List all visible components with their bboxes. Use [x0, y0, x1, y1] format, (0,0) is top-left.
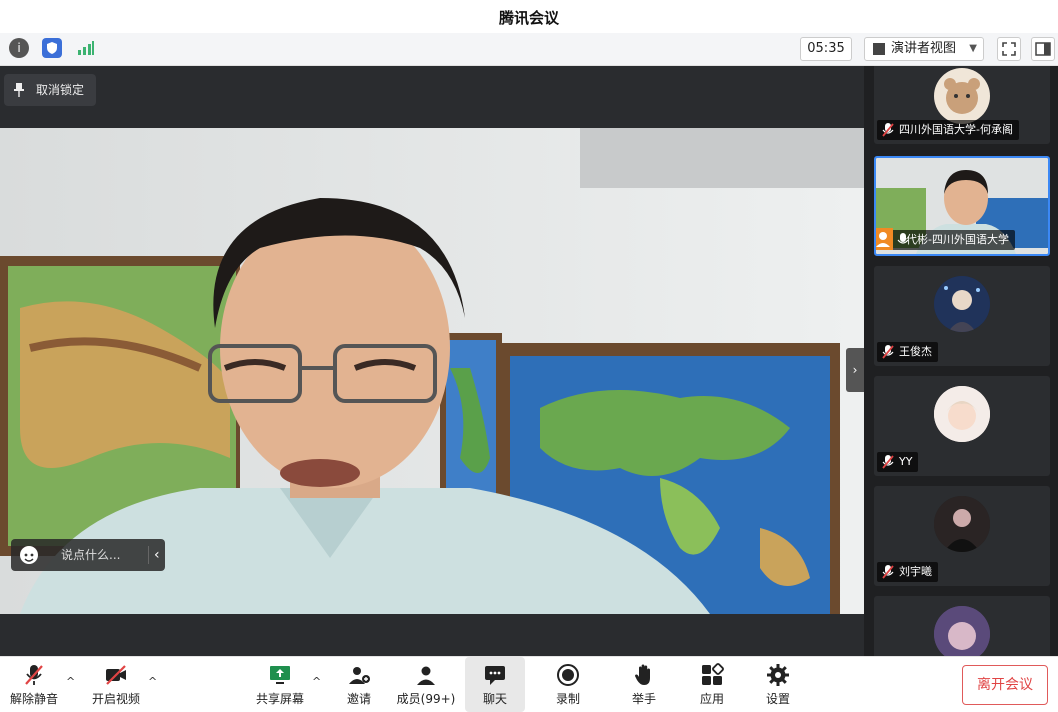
start-video-button[interactable]: 开启视频 [86, 657, 146, 712]
host-icon [876, 228, 893, 250]
mic-muted-icon [882, 565, 894, 579]
avatar [934, 496, 990, 552]
participant-name-tag: 四川外国语大学-何承阁 [877, 120, 1019, 140]
chat-label: 聊天 [482, 692, 507, 706]
settings-button[interactable]: 设置 [750, 657, 806, 712]
pin-icon [14, 83, 24, 97]
invite-label: 邀请 [346, 692, 371, 706]
participant-name-tag: YY [877, 452, 919, 472]
mic-icon [897, 233, 909, 244]
view-mode-label: 演讲者视图 [891, 41, 957, 56]
participant-sidebar[interactable]: 四川外国语大学-何承阁 代彬-四川外国语大学 王俊杰 YY 刘宇曦 [864, 66, 1058, 656]
members-label: 成员(99+) [396, 692, 456, 706]
invite-button[interactable]: 邀请 [334, 657, 384, 712]
info-icon[interactable]: i [9, 38, 29, 58]
participant-name-tag: 王俊杰 [877, 342, 938, 362]
view-mode-dropdown[interactable]: 演讲者视图 ▼ [864, 37, 984, 61]
network-signal-icon[interactable] [76, 38, 96, 58]
invite-user-icon [349, 667, 370, 684]
participant-tile[interactable]: 刘宇曦 [874, 486, 1050, 586]
participant-tile[interactable]: 王俊杰 [874, 266, 1050, 366]
gear-icon [767, 664, 789, 686]
divider [148, 546, 149, 564]
raise-hand-label: 举手 [631, 692, 656, 706]
share-screen-button[interactable]: 共享屏幕 [250, 657, 310, 712]
speaker-view-icon [873, 43, 885, 55]
share-screen-icon [270, 666, 290, 684]
chevron-down-icon: ▼ [969, 43, 977, 54]
participant-tile[interactable]: YY [874, 376, 1050, 476]
participant-name: 王俊杰 [899, 345, 932, 358]
camera-off-icon [106, 665, 126, 685]
avatar [934, 276, 990, 332]
participant-name: 刘宇曦 [899, 565, 932, 578]
leave-meeting-button[interactable]: 离开会议 [962, 665, 1048, 705]
participant-name: YY [899, 455, 913, 468]
meeting-timer: 05:35 [800, 37, 852, 61]
participant-name: 代彬-四川外国语大学 [906, 233, 1009, 246]
top-toolbar: i 05:35 演讲者视图 ▼ [0, 33, 1058, 66]
chat-bubble-icon [485, 666, 505, 685]
chevron-up-icon[interactable]: ^ [312, 675, 321, 688]
chevron-up-icon[interactable]: ^ [66, 675, 75, 688]
unmute-button[interactable]: 解除静音 [6, 657, 62, 712]
share-screen-label: 共享屏幕 [255, 692, 304, 706]
main-video-stage: 取消锁定 说点什么... ‹ [0, 66, 864, 656]
chat-quick-input[interactable]: 说点什么... ‹ [11, 539, 165, 571]
mic-muted-icon [25, 665, 43, 685]
apps-grid-icon [702, 663, 724, 685]
record-icon [557, 664, 579, 686]
record-button[interactable]: 录制 [540, 657, 596, 712]
participant-tile[interactable]: 四川外国语大学-何承阁 [874, 66, 1050, 144]
record-label: 录制 [555, 692, 580, 706]
collapse-sidebar-button[interactable]: › [846, 348, 864, 392]
chat-placeholder: 说点什么... [61, 548, 121, 562]
avatar [934, 606, 990, 656]
raise-hand-button[interactable]: 举手 [616, 657, 672, 712]
participant-name: 四川外国语大学-何承阁 [899, 123, 1013, 136]
participant-name-tag: 代彬-四川外国语大学 [876, 228, 1015, 250]
unlock-button[interactable]: 取消锁定 [4, 74, 96, 106]
bottom-control-bar: 解除静音 ^ 开启视频 ^ 共享屏幕 ^ 邀请 成员(99+) 聊天 录制 举手… [0, 656, 1058, 712]
mic-muted-icon [882, 123, 894, 137]
security-shield-icon[interactable] [42, 38, 62, 58]
chevron-up-icon[interactable]: ^ [148, 675, 157, 688]
unlock-label: 取消锁定 [36, 83, 85, 97]
participant-tile[interactable] [874, 596, 1050, 656]
mic-muted-icon [882, 455, 894, 469]
settings-label: 设置 [765, 692, 790, 706]
emoji-icon[interactable] [20, 546, 38, 564]
chat-button[interactable]: 聊天 [465, 657, 525, 712]
window-title: 腾讯会议 [498, 9, 559, 27]
unmute-label: 解除静音 [9, 692, 58, 706]
sidebar-toggle-button[interactable] [1031, 37, 1055, 61]
title-bar: 腾讯会议 [0, 0, 1058, 33]
avatar [934, 68, 990, 124]
fullscreen-button[interactable] [997, 37, 1021, 61]
participant-name-tag: 刘宇曦 [877, 562, 938, 582]
hand-icon [635, 664, 650, 685]
apps-label: 应用 [699, 692, 724, 706]
mic-muted-icon [882, 345, 894, 359]
chevron-left-icon[interactable]: ‹ [154, 539, 160, 571]
start-video-label: 开启视频 [91, 692, 140, 706]
participant-tile-active[interactable]: 代彬-四川外国语大学 [874, 156, 1050, 256]
avatar [934, 386, 990, 442]
members-icon [417, 666, 435, 685]
apps-button[interactable]: 应用 [684, 657, 740, 712]
members-button[interactable]: 成员(99+) [394, 657, 458, 712]
